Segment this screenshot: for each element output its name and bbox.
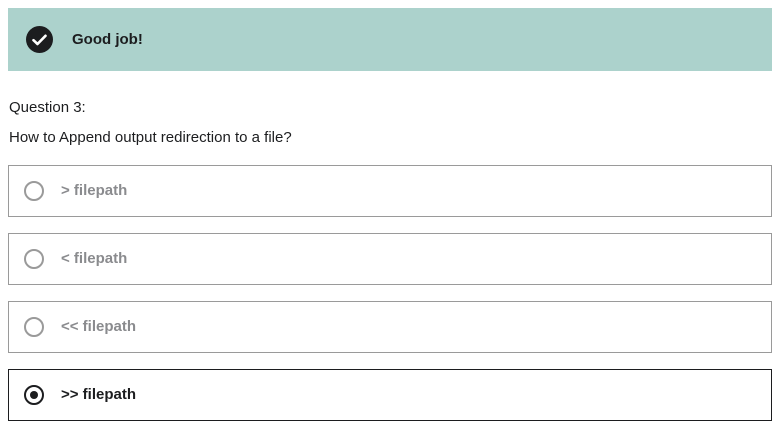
answer-option-3[interactable]: << filepath <box>8 301 772 353</box>
feedback-banner: Good job! <box>8 8 772 71</box>
answer-option-label: < filepath <box>61 250 128 267</box>
radio-selected-dot <box>30 391 38 399</box>
radio-button[interactable] <box>24 385 44 405</box>
question-prompt: How to Append output redirection to a fi… <box>9 129 292 146</box>
answer-option-4[interactable]: >> filepath <box>8 369 772 421</box>
answer-option-2[interactable]: < filepath <box>8 233 772 285</box>
radio-button[interactable] <box>24 181 44 201</box>
check-circle-icon <box>26 26 53 53</box>
checkmark-icon <box>32 34 47 45</box>
question-number: Question 3: <box>9 99 86 116</box>
answer-option-label: << filepath <box>61 318 137 335</box>
radio-button[interactable] <box>24 317 44 337</box>
answer-option-label: >> filepath <box>61 386 137 403</box>
answer-option-1[interactable]: > filepath <box>8 165 772 217</box>
radio-button[interactable] <box>24 249 44 269</box>
answer-option-label: > filepath <box>61 182 128 199</box>
quiz-page: Good job! Question 3: How to Append outp… <box>0 0 781 431</box>
feedback-message: Good job! <box>72 31 143 48</box>
